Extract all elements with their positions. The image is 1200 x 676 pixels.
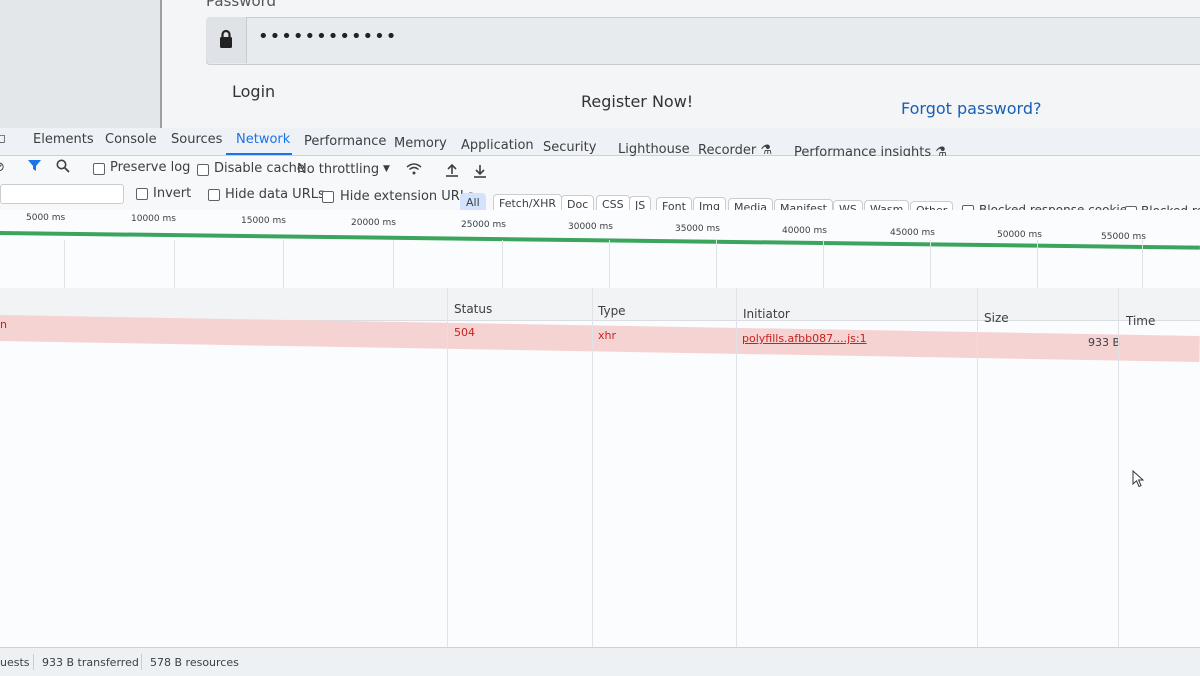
timeline-tick: 20000 ms xyxy=(351,218,396,228)
hide-data-urls-label: Hide data URLs xyxy=(225,187,325,202)
request-size-cell: 933 B xyxy=(1088,336,1121,349)
devtools-tabbar: ◻ Elements Console Sources Network Perfo… xyxy=(0,128,1200,160)
hide-extension-urls-label: Hide extension URLs xyxy=(340,189,474,204)
network-toolbar: ⊘ Preserve log Disable cache No throttli… xyxy=(0,156,1200,183)
login-page: Password •••••••••••• Login Register Now… xyxy=(0,0,1200,130)
register-link[interactable]: Register Now! xyxy=(581,92,693,111)
tab-network[interactable]: Network xyxy=(236,132,290,147)
login-button[interactable]: Login xyxy=(232,82,275,101)
timeline-tick: 30000 ms xyxy=(568,222,613,232)
request-name-cell[interactable]: n xyxy=(0,318,7,331)
column-header-time[interactable]: Time xyxy=(1126,314,1155,328)
network-conditions-icon[interactable] xyxy=(406,163,422,179)
password-label: Password xyxy=(206,0,277,10)
chevron-down-icon[interactable]: ▼ xyxy=(383,164,390,174)
transferred-size: 933 B transferred xyxy=(42,656,139,669)
tab-security[interactable]: Security xyxy=(543,140,596,155)
column-header-status[interactable]: Status xyxy=(454,302,492,316)
column-divider[interactable] xyxy=(447,288,448,648)
request-type-cell: xhr xyxy=(598,329,617,342)
tab-application[interactable]: Application xyxy=(461,138,534,153)
request-status-cell: 504 xyxy=(454,326,475,339)
tab-performance[interactable]: Performance xyxy=(304,134,386,149)
requests-count: uests xyxy=(0,656,30,669)
timeline-tick: 55000 ms xyxy=(1101,232,1146,242)
resources-size: 578 B resources xyxy=(150,656,239,669)
tab-elements[interactable]: Elements xyxy=(33,132,94,147)
timeline-tick: 25000 ms xyxy=(461,220,506,230)
devtools-panel: ◻ Elements Console Sources Network Perfo… xyxy=(0,128,1200,676)
tab-memory[interactable]: Memory xyxy=(394,136,447,151)
tab-sources[interactable]: Sources xyxy=(171,132,222,147)
tab-lighthouse[interactable]: Lighthouse xyxy=(618,142,690,157)
invert-label: Invert xyxy=(153,186,192,201)
timeline-tick: 40000 ms xyxy=(782,226,827,236)
column-divider[interactable] xyxy=(977,288,978,648)
timeline-tick: 50000 ms xyxy=(997,230,1042,240)
hide-data-urls-checkbox[interactable] xyxy=(208,189,220,201)
timeline-tick: 45000 ms xyxy=(890,228,935,238)
left-panel xyxy=(0,0,162,130)
timeline-tick: 10000 ms xyxy=(131,214,176,224)
timeline-tick: 35000 ms xyxy=(675,224,720,234)
preserve-log-checkbox[interactable] xyxy=(93,163,105,175)
upload-icon[interactable] xyxy=(445,163,459,181)
invert-checkbox[interactable] xyxy=(136,188,148,200)
preserve-log-label: Preserve log xyxy=(110,160,191,175)
column-header-type[interactable]: Type xyxy=(598,304,626,318)
status-divider xyxy=(141,654,142,670)
request-initiator-link[interactable]: polyfills.afbb087....js:1 xyxy=(742,332,867,345)
lock-icon xyxy=(206,17,247,63)
column-divider[interactable] xyxy=(592,288,593,648)
active-tab-indicator xyxy=(226,153,292,155)
request-table-header: Status Type Initiator Size Time xyxy=(0,288,1200,328)
network-status-bar: uests 933 B transferred 578 B resources xyxy=(0,647,1200,676)
column-header-initiator[interactable]: Initiator xyxy=(743,307,790,321)
password-value: •••••••••••• xyxy=(258,26,398,47)
clear-icon[interactable]: ⊘ xyxy=(0,160,5,175)
disable-cache-label: Disable cache xyxy=(214,161,305,176)
filter-input[interactable] xyxy=(0,184,124,204)
forgot-password-link[interactable]: Forgot password? xyxy=(901,99,1041,118)
hide-extension-urls-checkbox[interactable] xyxy=(322,191,334,203)
status-divider xyxy=(33,654,34,670)
dock-icon[interactable]: ◻ xyxy=(0,131,6,145)
throttling-select[interactable]: No throttling xyxy=(297,162,379,177)
column-divider[interactable] xyxy=(736,288,737,648)
search-icon[interactable] xyxy=(56,159,70,177)
mouse-cursor-icon xyxy=(1132,469,1145,492)
disable-cache-checkbox[interactable] xyxy=(197,164,209,176)
filter-icon[interactable] xyxy=(28,159,41,176)
column-header-size[interactable]: Size xyxy=(984,311,1009,325)
timeline-tick: 15000 ms xyxy=(241,216,286,226)
timeline-tick: 5000 ms xyxy=(26,213,66,223)
tab-console[interactable]: Console xyxy=(105,132,157,147)
download-icon[interactable] xyxy=(473,164,487,182)
column-divider[interactable] xyxy=(1118,288,1119,648)
